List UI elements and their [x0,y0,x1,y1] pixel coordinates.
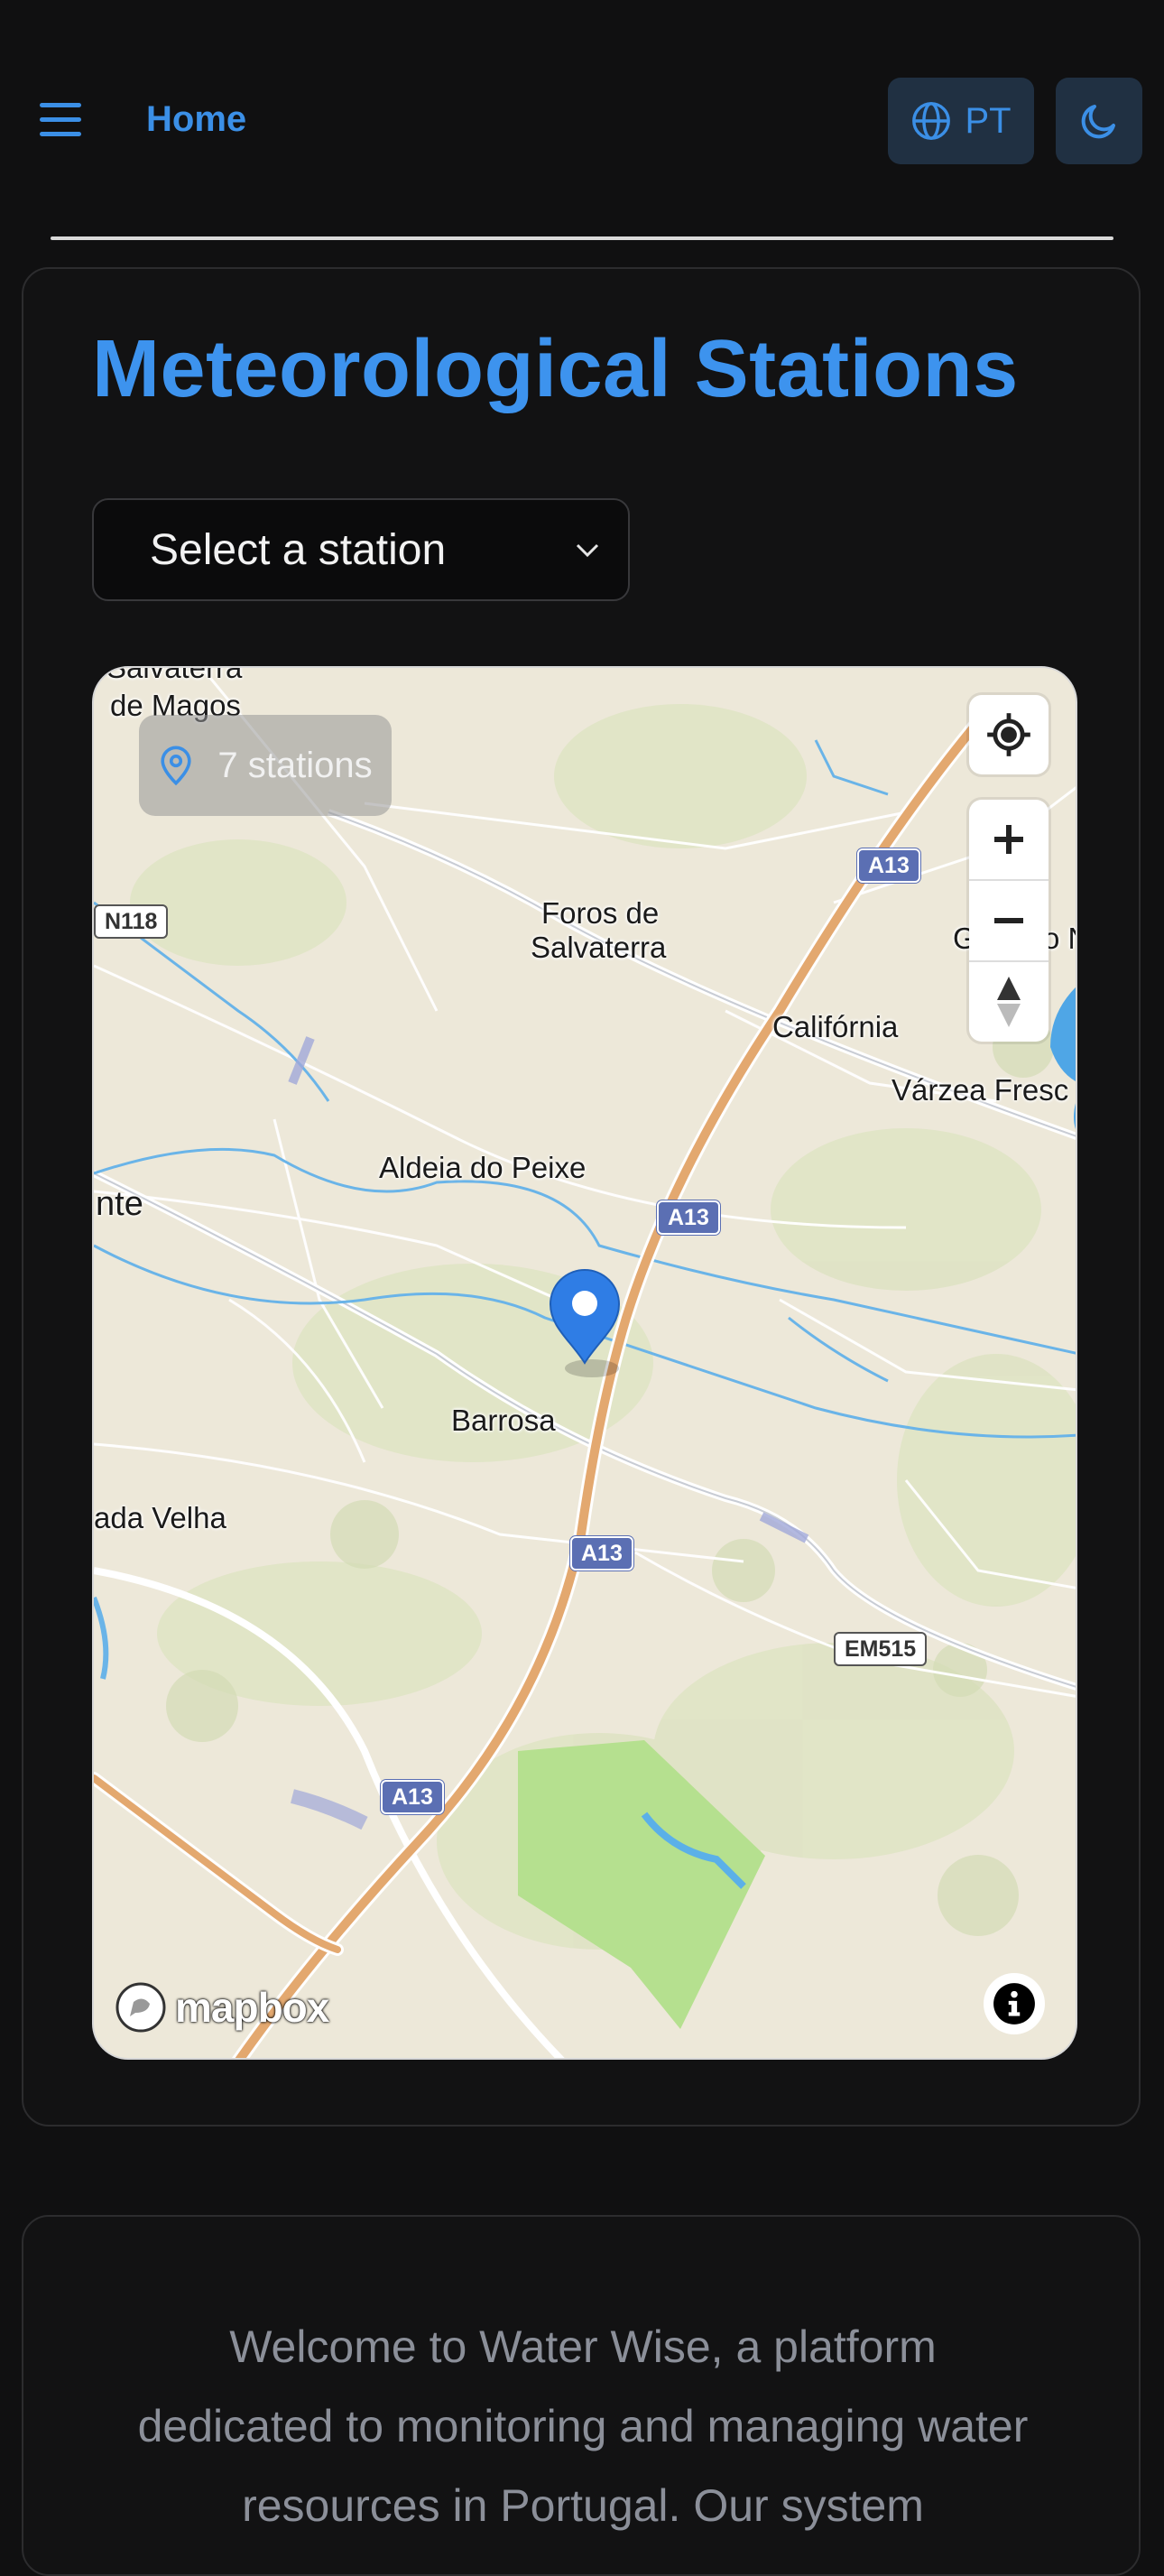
language-label: PT [965,100,1012,141]
header-divider [51,236,1113,240]
mapbox-logo: mapbox [114,1980,329,2034]
map-label-ada-velha: ada Velha [94,1501,226,1534]
station-select-value: Select a station [150,525,447,574]
stations-card: Meteorological Stations Select a station [22,267,1141,2127]
map-label-varzea-fresca: Várzea Fresc [891,1073,1069,1107]
zoom-out-button[interactable] [969,879,1049,960]
geolocate-control [969,695,1049,774]
welcome-text: Welcome to Water Wise, a platform dedica… [137,2321,1029,2531]
geolocate-button[interactable] [969,695,1049,774]
home-link[interactable]: Home [146,99,246,140]
chevron-down-icon [576,543,599,558]
map-label-aldeia-do-peixe: Aldeia do Peixe [379,1151,587,1184]
moon-icon [1081,105,1115,139]
zoom-in-button[interactable] [969,800,1049,879]
road-shield-a13: A13 [857,848,920,883]
welcome-card: Welcome to Water Wise, a platform dedica… [22,2215,1141,2576]
road-shield-a13: A13 [657,1200,720,1235]
map-label-california: Califórnia [772,1010,899,1043]
map-label-barrosa: Barrosa [451,1404,556,1437]
globe-icon [912,102,951,140]
info-icon [993,1983,1035,2025]
map-label-salvaterra: Salvaterra [106,666,243,684]
road-shield-a13: A13 [381,1780,444,1814]
map-label-foros-2: Salvaterra [531,931,667,964]
mapbox-logo-icon [115,1982,166,2033]
minus-icon [994,918,1023,923]
stations-count-label: 7 stations [217,745,373,785]
road-shield-em515: EM515 [834,1632,928,1666]
stations-count-badge: 7 stations [139,715,392,816]
plus-icon [994,825,1023,854]
road-shield-n118: N118 [94,904,169,939]
map-basemap [94,668,1076,2058]
zoom-control [969,800,1049,1042]
station-select[interactable]: Select a station [92,498,630,601]
map-label-foros-1: Foros de [541,896,660,930]
language-toggle-button[interactable]: PT [888,78,1034,164]
stations-map[interactable]: Salvaterra de Magos Foros de Salvaterra … [92,666,1077,2060]
map-pin-icon [161,746,191,786]
compass-button[interactable] [969,960,1049,1042]
top-navbar: Home PT [0,0,1164,240]
map-label-nte: nte [96,1185,143,1223]
hamburger-menu-icon[interactable] [36,99,88,141]
theme-toggle-button[interactable] [1056,78,1142,164]
road-shield-a13: A13 [570,1536,633,1571]
compass-icon [997,977,1021,1027]
crosshair-icon [987,713,1030,756]
attribution-info-button[interactable] [984,1973,1045,2034]
page-title: Meteorological Stations [92,324,1019,414]
